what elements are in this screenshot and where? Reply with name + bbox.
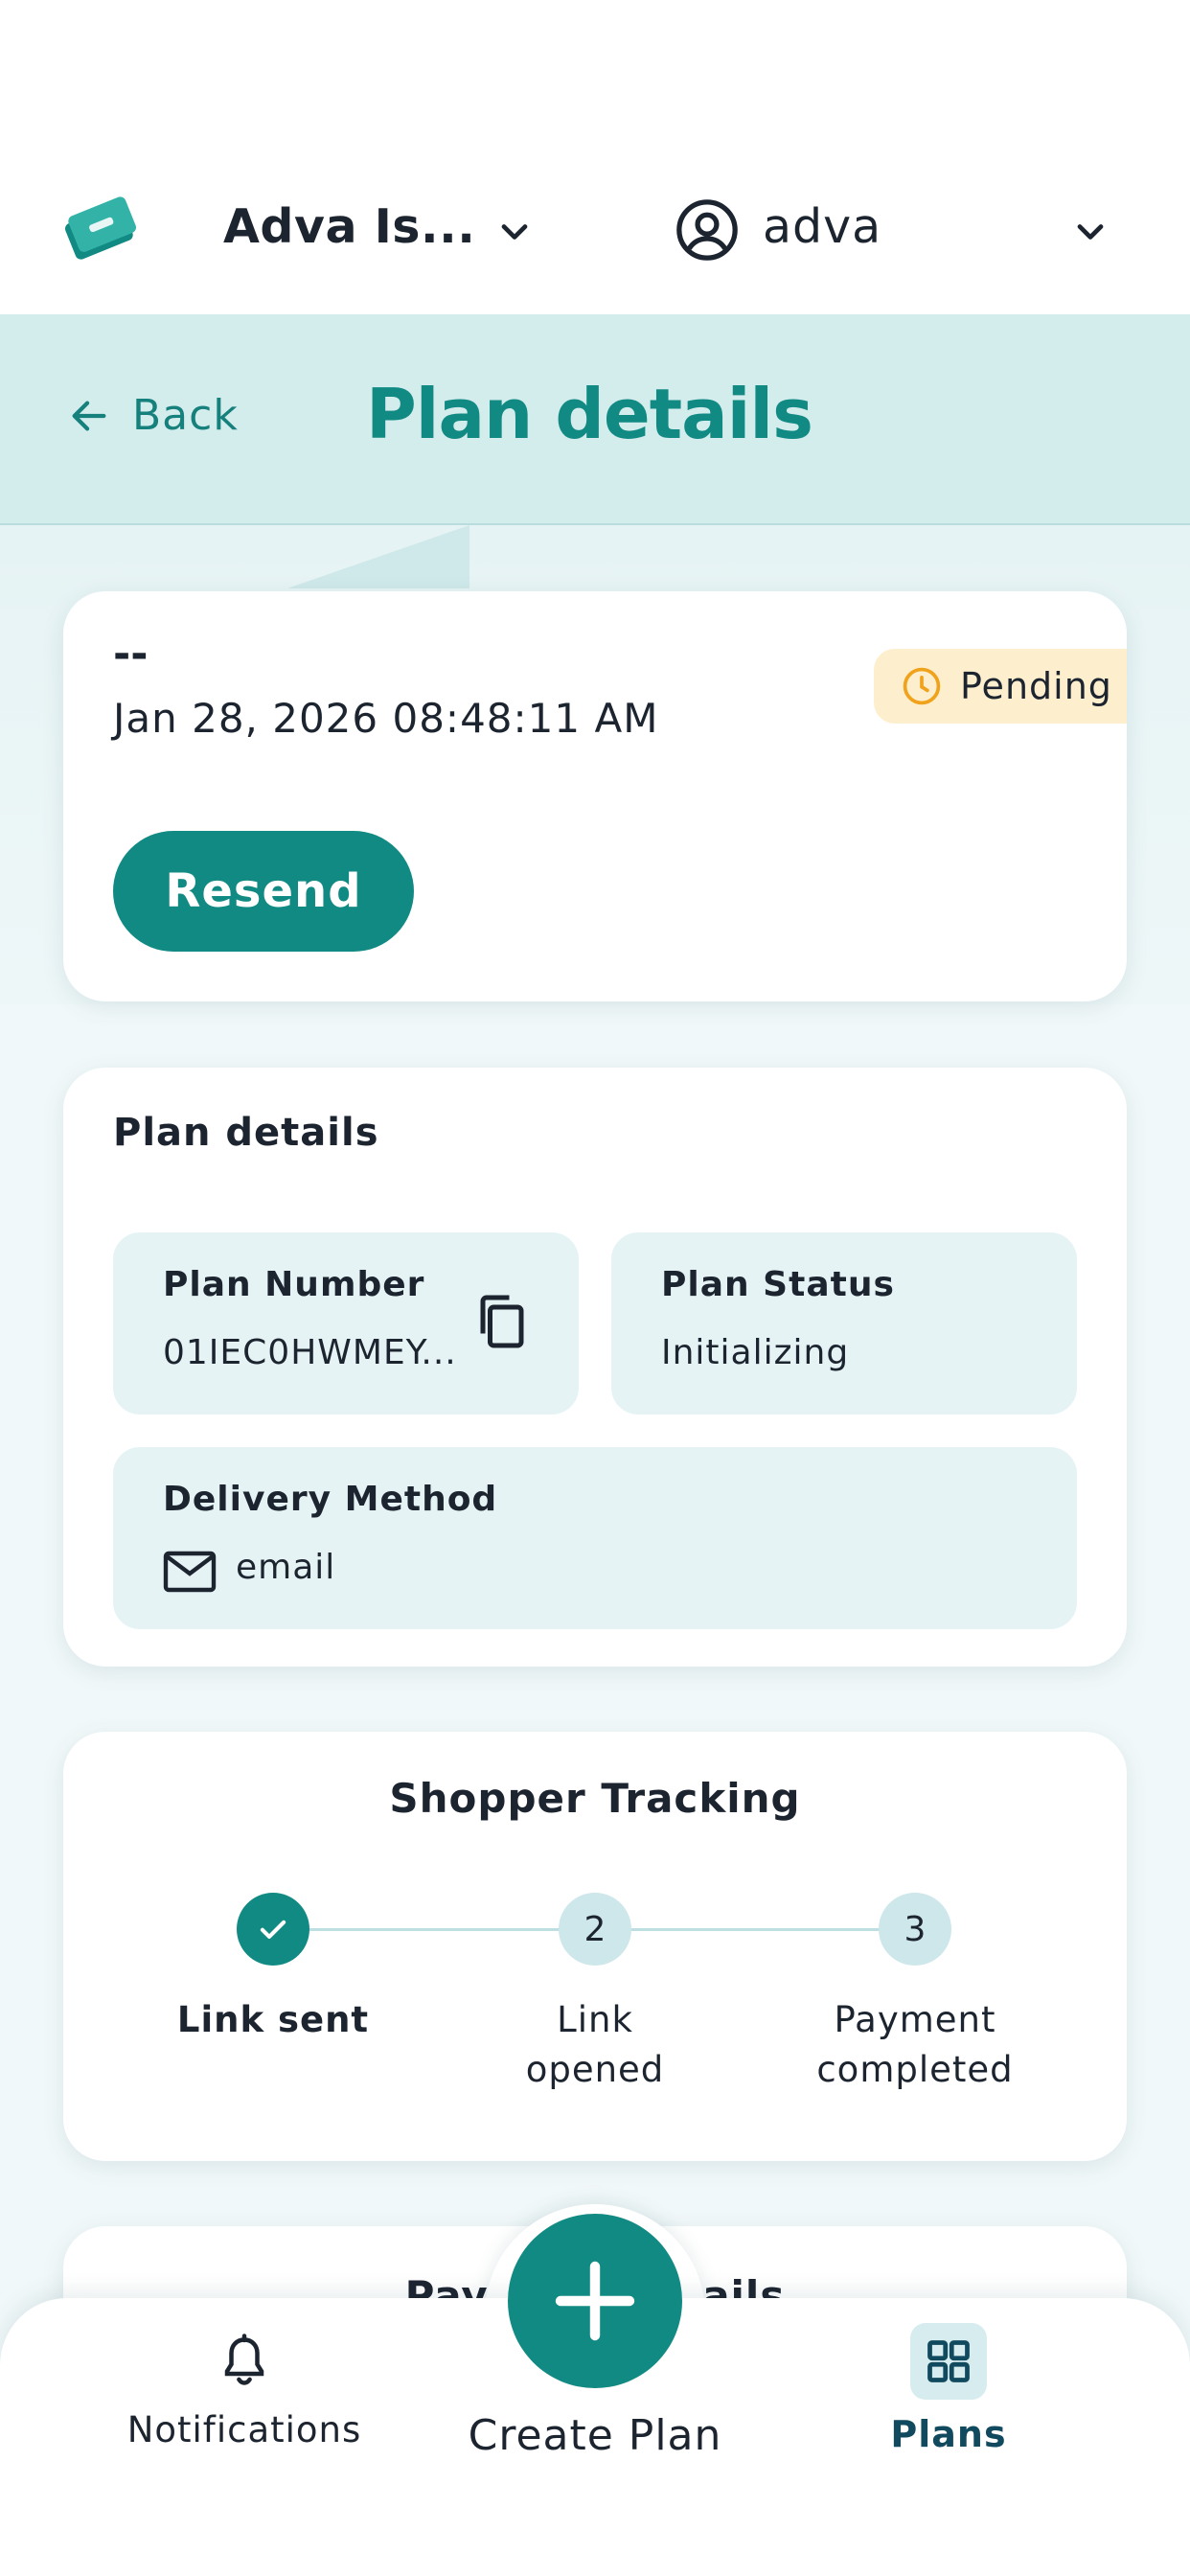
delivery-method-label: Delivery Method [163,1480,498,1519]
plan-date: Jan 28, 2026 08:48:11 AM [113,695,659,742]
plans-icon-container [910,2323,987,2400]
step-1-label: Link sent [129,1995,417,2045]
delivery-method-value: email [236,1548,336,1587]
plan-details-card: Plan details Plan Number 01IEC0HWMEY... … [63,1068,1127,1667]
step-label-line: Link [557,1999,633,2040]
step-label-line: Link sent [176,1999,370,2040]
nav-plans[interactable]: Plans [843,2323,1054,2455]
organization-selector[interactable]: Adva Is... [223,199,475,254]
plan-status-label: Plan Status [661,1265,895,1304]
check-icon [260,1920,286,1939]
plan-number-label: Plan Number [163,1265,425,1304]
page-header: Back Plan details [0,314,1190,525]
back-button[interactable]: Back [67,391,239,440]
step-label-line: completed [816,2049,1014,2090]
step-3-circle: 3 [879,1893,951,1966]
back-label: Back [132,391,239,440]
nav-plans-label: Plans [890,2413,1007,2455]
status-badge: Pending [874,649,1127,724]
delivery-method-tile: Delivery Method email [113,1447,1077,1629]
shopper-tracking-card: Shopper Tracking 2 3 Link sent Link open… [63,1732,1127,2161]
step-2-circle: 2 [559,1893,631,1966]
arrow-left-icon [72,400,106,431]
step-2-label: Link opened [451,1995,739,2095]
tracking-title: Shopper Tracking [389,1775,801,1822]
step-number: 2 [584,1909,606,1949]
step-number: 3 [904,1909,927,1949]
clock-icon [903,667,941,705]
step-1-check-circle [237,1893,309,1966]
plan-status-tile: Plan Status Initializing [611,1232,1077,1414]
create-plan-button[interactable] [508,2214,682,2388]
nav-notifications[interactable]: Notifications [105,2333,383,2450]
status-label: Pending [960,665,1112,707]
copy-icon[interactable] [473,1290,531,1353]
mail-icon [163,1551,217,1593]
top-bar: Adva Is... adva [0,0,1190,314]
plan-number-value: 01IEC0HWMEY... [163,1333,457,1372]
chevron-down-icon[interactable] [493,211,536,253]
background-triangle [287,525,469,588]
step-label-line: opened [525,2049,665,2090]
create-plan-label[interactable]: Create Plan [403,2411,787,2460]
chevron-down-icon[interactable] [1069,211,1111,253]
step-3-label: Payment completed [771,1995,1059,2095]
user-account-icon[interactable] [674,196,741,264]
nav-notifications-label: Notifications [126,2409,362,2450]
user-menu[interactable]: adva [763,199,881,254]
plan-summary-card: -- Jan 28, 2026 08:48:11 AM Pending Rese… [63,591,1127,1001]
bell-icon [224,2334,264,2385]
plan-number-tile: Plan Number 01IEC0HWMEY... [113,1232,579,1414]
page-title: Plan details [366,374,813,454]
plan-status-value: Initializing [661,1333,850,1372]
step-label-line: Payment [834,1999,996,2040]
grid-icon [927,2340,970,2382]
resend-button[interactable]: Resend [113,831,414,952]
plan-name: -- [113,630,149,678]
plus-icon [555,2261,635,2341]
brand-logo-icon [64,196,137,260]
section-title: Plan details [113,1111,379,1155]
